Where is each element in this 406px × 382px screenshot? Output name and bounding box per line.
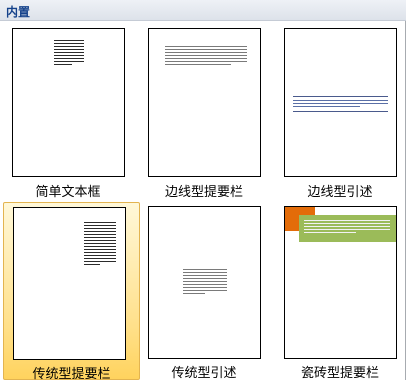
gallery-item-traditional-sidebar[interactable]: 传统型提要栏: [3, 202, 140, 382]
page-thumbnail: [284, 206, 397, 359]
thumbnail-text-lines: [84, 222, 116, 267]
gallery-item-label: 传统型提要栏: [32, 367, 111, 382]
gallery-item-label: 边线型提要栏: [164, 185, 243, 200]
page-thumbnail: [148, 206, 261, 359]
page-thumbnail: [13, 207, 126, 360]
gallery-item-label: 简单文本框: [35, 185, 101, 200]
gallery-item-label: 传统型引述: [171, 366, 237, 381]
gallery-item-traditional-quote[interactable]: 传统型引述: [142, 202, 266, 381]
gallery-header: 内置: [0, 0, 406, 21]
quote-bottom-rule: [293, 111, 388, 112]
thumbnail-text-lines: [293, 100, 388, 109]
gallery-item-simple-textbox[interactable]: 简单文本框: [6, 24, 130, 200]
thumbnail-green-block: [299, 215, 396, 242]
gallery-item-label: 边线型引述: [307, 185, 373, 200]
gallery-header-label: 内置: [6, 5, 31, 19]
gallery-item-label: 瓷砖型提要栏: [300, 366, 379, 381]
gallery-item-tile-sidebar[interactable]: 瓷砖型提要栏: [278, 202, 402, 381]
thumbnail-text-lines: [54, 40, 84, 67]
text-box-gallery: 内置 简单文本框 边线型提要栏 边线型引述 传统型提要栏 传统型引述 瓷砖型提要…: [0, 0, 406, 382]
page-thumbnail: [148, 28, 261, 177]
page-thumbnail: [284, 28, 397, 177]
thumbnail-text-lines: [183, 269, 227, 296]
gallery-item-sideline-sidebar[interactable]: 边线型提要栏: [142, 24, 266, 200]
gallery-item-sideline-quote[interactable]: 边线型引述: [278, 24, 402, 200]
thumbnail-text-lines: [165, 46, 247, 67]
page-thumbnail: [12, 28, 125, 177]
quote-top-rule: [293, 96, 388, 97]
thumbnail-text-lines: [304, 220, 390, 235]
